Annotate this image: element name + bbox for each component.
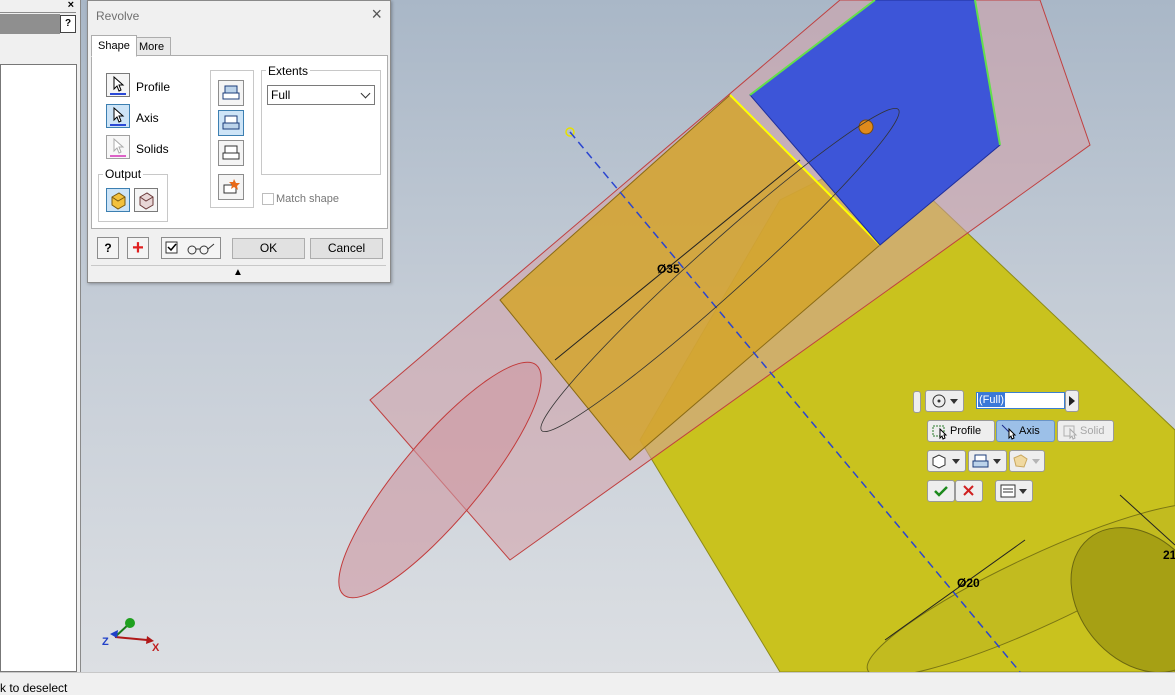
tab-shape[interactable]: Shape bbox=[91, 35, 137, 57]
minitoolbar-axis-button[interactable]: Axis bbox=[996, 420, 1055, 442]
expand-arrow-icon: ▲ bbox=[233, 267, 243, 278]
checkmark-icon bbox=[934, 486, 948, 497]
revolve-dialog: Revolve × Shape More Profile Axis Solids… bbox=[87, 0, 391, 283]
solid-select-icon bbox=[1063, 425, 1078, 440]
match-shape-icon bbox=[1013, 454, 1040, 468]
dialog-expander[interactable]: ▲ bbox=[91, 265, 386, 280]
minitoolbar-extent-value: (Full) bbox=[978, 393, 1006, 407]
solids-label: Solids bbox=[136, 142, 169, 156]
dialog-title: Revolve bbox=[96, 9, 140, 23]
minitoolbar-solid-button[interactable]: Solid bbox=[1057, 420, 1114, 442]
printer-direction-icon bbox=[222, 85, 240, 100]
tab-more[interactable]: More bbox=[132, 37, 172, 57]
triad-z-label: Z bbox=[102, 636, 109, 648]
minitoolbar-ok-button[interactable] bbox=[927, 480, 955, 502]
printer-direction-icon bbox=[222, 115, 240, 130]
cross-icon bbox=[963, 485, 974, 496]
dialog-close-icon[interactable]: × bbox=[371, 5, 382, 23]
direction-default-button[interactable] bbox=[218, 80, 244, 106]
minitoolbar-match-button[interactable] bbox=[1009, 450, 1045, 472]
browser-tree[interactable] bbox=[0, 64, 77, 672]
triad-x-label: X bbox=[152, 642, 160, 654]
shape-tab-panel: Profile Axis Solids Output Extents Full … bbox=[91, 55, 388, 229]
minitoolbar-solid-label: Solid bbox=[1080, 425, 1105, 437]
sketch-spark-icon bbox=[223, 179, 240, 194]
match-shape-label: Match shape bbox=[276, 193, 339, 205]
output-solid-button[interactable] bbox=[106, 188, 130, 212]
minitoolbar-profile-button[interactable]: Profile bbox=[927, 420, 995, 442]
browser-close-icon[interactable]: × bbox=[68, 0, 74, 11]
axis-selector-button[interactable] bbox=[106, 104, 130, 128]
solid-cube-icon bbox=[111, 192, 126, 210]
match-shape-checkbox[interactable] bbox=[262, 193, 274, 205]
solids-selector-button[interactable] bbox=[106, 135, 130, 159]
direction-flipped-button[interactable] bbox=[218, 110, 244, 136]
minitoolbar-options-button[interactable] bbox=[995, 480, 1033, 502]
minitoolbar-cancel-button[interactable] bbox=[955, 480, 983, 502]
preview-toggle-button[interactable] bbox=[161, 237, 221, 259]
direction-asymmetric-button[interactable] bbox=[218, 174, 244, 200]
cursor-arrow-icon bbox=[110, 75, 126, 95]
printer-direction-icon bbox=[972, 454, 1001, 468]
profile-selector-button[interactable] bbox=[106, 73, 130, 97]
axis-select-icon bbox=[1001, 424, 1017, 440]
minitoolbar-extent-input[interactable]: (Full) bbox=[976, 392, 1065, 409]
profile-label: Profile bbox=[136, 80, 171, 94]
chevron-right-icon bbox=[1069, 396, 1075, 406]
minitoolbar-profile-label: Profile bbox=[950, 425, 982, 437]
add-button[interactable]: + bbox=[127, 237, 149, 259]
minitoolbar-grip[interactable] bbox=[913, 391, 921, 413]
minitoolbar-axis-label: Axis bbox=[1019, 425, 1040, 437]
minitoolbar-next-button[interactable] bbox=[1065, 390, 1079, 412]
cancel-button[interactable]: Cancel bbox=[310, 238, 383, 259]
list-options-icon bbox=[1000, 484, 1027, 498]
dimension-35[interactable]: Ø35 bbox=[657, 262, 680, 276]
browser-help-icon[interactable]: ? bbox=[60, 15, 76, 33]
axis-label: Axis bbox=[136, 111, 159, 125]
extents-dropdown[interactable]: Full bbox=[267, 85, 375, 105]
printer-direction-icon bbox=[222, 145, 240, 160]
output-label: Output bbox=[103, 167, 144, 181]
cursor-arrow-icon bbox=[110, 106, 126, 126]
dimension-20[interactable]: Ø20 bbox=[957, 576, 980, 590]
preview-glasses-icon bbox=[165, 241, 215, 255]
cube-output-icon bbox=[932, 454, 960, 469]
browser-titlebar: × bbox=[0, 0, 76, 13]
minitoolbar-direction-button[interactable] bbox=[968, 450, 1007, 472]
extents-value: Full bbox=[271, 88, 291, 102]
minitoolbar-output-button[interactable] bbox=[927, 450, 966, 472]
output-surface-button[interactable] bbox=[134, 188, 158, 212]
profile-select-icon bbox=[932, 425, 948, 440]
browser-header bbox=[0, 14, 60, 34]
minitoolbar-extent-type-button[interactable] bbox=[925, 390, 964, 412]
surface-cube-icon bbox=[139, 192, 154, 210]
chevron-down-icon bbox=[360, 88, 371, 99]
dialog-help-button[interactable]: ? bbox=[97, 237, 119, 259]
cursor-arrow-icon bbox=[110, 137, 126, 157]
full-extent-icon bbox=[932, 394, 958, 408]
dimension-partial[interactable]: 21 bbox=[1163, 548, 1175, 562]
status-bar: ck to deselect bbox=[0, 672, 1175, 695]
direction-symmetric-button[interactable] bbox=[218, 140, 244, 166]
model-browser: × ? bbox=[0, 0, 81, 672]
extents-label: Extents bbox=[266, 64, 311, 78]
ok-button[interactable]: OK bbox=[232, 238, 305, 259]
